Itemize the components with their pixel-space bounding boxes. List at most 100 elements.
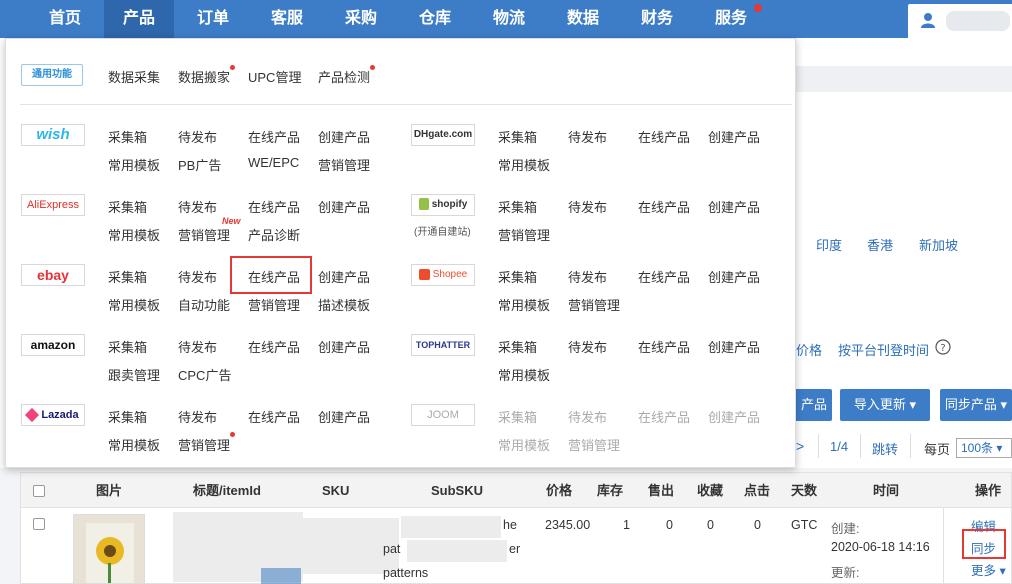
shopify-collection-box[interactable]: 采集箱: [498, 197, 537, 216]
link-product-detection[interactable]: 产品检测: [318, 67, 370, 86]
lazada-marketing[interactable]: 营销管理: [178, 435, 230, 454]
nav-warehouse[interactable]: 仓库: [404, 0, 466, 38]
aliexpress-diagnosis[interactable]: 产品诊断: [248, 225, 300, 244]
joom-create-product[interactable]: 创建产品: [708, 407, 760, 426]
shopify-online-products[interactable]: 在线产品: [638, 197, 690, 216]
link-data-migration[interactable]: 数据搬家: [178, 67, 230, 86]
amazon-online-products[interactable]: 在线产品: [248, 337, 300, 356]
subsku-fragment-3: er: [509, 542, 521, 556]
joom-online-products[interactable]: 在线产品: [638, 407, 690, 426]
dhgate-templates[interactable]: 常用模板: [498, 155, 550, 174]
dhgate-online-products[interactable]: 在线产品: [638, 127, 690, 146]
dhgate-pending[interactable]: 待发布: [568, 127, 607, 146]
tophatter-logo: TOPHATTER: [411, 334, 475, 356]
ebay-create-product[interactable]: 创建产品: [318, 267, 370, 286]
col-days: 天数: [791, 483, 818, 498]
wish-online-products[interactable]: 在线产品: [248, 127, 300, 146]
aliexpress-templates[interactable]: 常用模板: [108, 225, 160, 244]
more-link[interactable]: 更多 ▾: [971, 560, 1006, 579]
nav-logistics[interactable]: 物流: [478, 0, 540, 38]
select-all-checkbox[interactable]: [33, 485, 45, 497]
joom-collection-box[interactable]: 采集箱: [498, 407, 537, 426]
site-link-hongkong[interactable]: 香港: [867, 235, 893, 254]
product-thumbnail[interactable]: [73, 514, 145, 584]
link-data-collection[interactable]: 数据采集: [108, 67, 160, 86]
aliexpress-logo-text: AliExpress: [27, 199, 79, 211]
tophatter-templates[interactable]: 常用模板: [498, 365, 550, 384]
ebay-auto-functions[interactable]: 自动功能: [178, 295, 230, 314]
new-dot-3: [230, 432, 235, 437]
wish-collection-box[interactable]: 采集箱: [108, 127, 147, 146]
nav-purchase[interactable]: 采购: [330, 0, 392, 38]
joom-templates[interactable]: 常用模板: [498, 435, 550, 454]
amazon-pending[interactable]: 待发布: [178, 337, 217, 356]
col-sku: SKU: [322, 483, 350, 498]
nav-finance[interactable]: 财务: [626, 0, 688, 38]
lazada-templates[interactable]: 常用模板: [108, 435, 160, 454]
lazada-collection-box[interactable]: 采集箱: [108, 407, 147, 426]
nav-data[interactable]: 数据: [552, 0, 614, 38]
site-link-india[interactable]: 印度: [816, 235, 842, 254]
pager-jump[interactable]: 跳转: [872, 439, 898, 458]
amazon-follow-sell[interactable]: 跟卖管理: [108, 365, 160, 384]
ebay-collection-box[interactable]: 采集箱: [108, 267, 147, 286]
wish-create-product[interactable]: 创建产品: [318, 127, 370, 146]
nav-products[interactable]: 产品: [104, 0, 174, 38]
sunflower-image: [74, 515, 144, 583]
lazada-create-product[interactable]: 创建产品: [318, 407, 370, 426]
tophatter-online-products[interactable]: 在线产品: [638, 337, 690, 356]
wish-pb-ads[interactable]: PB广告: [178, 155, 221, 174]
ebay-marketing[interactable]: 营销管理: [248, 295, 300, 314]
tophatter-create-product[interactable]: 创建产品: [708, 337, 760, 356]
amazon-cpc-ads[interactable]: CPC广告: [178, 365, 231, 384]
aliexpress-create-product[interactable]: 创建产品: [318, 197, 370, 216]
site-link-singapore[interactable]: 新加坡: [919, 235, 958, 254]
bulk-products-button[interactable]: 产品: [796, 389, 832, 421]
shopify-create-product[interactable]: 创建产品: [708, 197, 760, 216]
lazada-pending[interactable]: 待发布: [178, 407, 217, 426]
lazada-online-products[interactable]: 在线产品: [248, 407, 300, 426]
amazon-create-product[interactable]: 创建产品: [318, 337, 370, 356]
per-page-select[interactable]: 100条 ▾: [956, 438, 1012, 458]
sync-products-button[interactable]: 同步产品 ▾: [940, 389, 1012, 421]
aliexpress-pending[interactable]: 待发布: [178, 197, 217, 216]
aliexpress-collection-box[interactable]: 采集箱: [108, 197, 147, 216]
filter-publish-time[interactable]: 按平台刊登时间: [838, 340, 929, 359]
shopee-pending[interactable]: 待发布: [568, 267, 607, 286]
nav-services[interactable]: 服务: [700, 0, 762, 38]
filter-price[interactable]: 价格: [796, 340, 822, 359]
ebay-templates[interactable]: 常用模板: [108, 295, 160, 314]
nav-home[interactable]: 首页: [34, 0, 96, 38]
shopify-pending[interactable]: 待发布: [568, 197, 607, 216]
pager-next[interactable]: >: [796, 438, 804, 454]
ebay-pending[interactable]: 待发布: [178, 267, 217, 286]
nav-orders[interactable]: 订单: [182, 0, 244, 38]
joom-pending[interactable]: 待发布: [568, 407, 607, 426]
link-upc-management[interactable]: UPC管理: [248, 67, 301, 86]
wish-pending[interactable]: 待发布: [178, 127, 217, 146]
help-icon[interactable]: ?: [935, 339, 951, 355]
ebay-logo: ebay: [21, 264, 85, 286]
row-checkbox[interactable]: [33, 518, 45, 530]
ebay-description-templates[interactable]: 描述模板: [318, 295, 370, 314]
dhgate-create-product[interactable]: 创建产品: [708, 127, 760, 146]
import-update-button[interactable]: 导入更新 ▾: [840, 389, 930, 421]
joom-marketing[interactable]: 营销管理: [568, 435, 620, 454]
wish-templates[interactable]: 常用模板: [108, 155, 160, 174]
shopee-collection-box[interactable]: 采集箱: [498, 267, 537, 286]
shopee-create-product[interactable]: 创建产品: [708, 267, 760, 286]
amazon-collection-box[interactable]: 采集箱: [108, 337, 147, 356]
shopee-templates[interactable]: 常用模板: [498, 295, 550, 314]
tophatter-pending[interactable]: 待发布: [568, 337, 607, 356]
tophatter-collection-box[interactable]: 采集箱: [498, 337, 537, 356]
nav-service[interactable]: 客服: [256, 0, 318, 38]
user-menu[interactable]: [908, 4, 1012, 38]
shopify-marketing[interactable]: 营销管理: [498, 225, 550, 244]
dhgate-collection-box[interactable]: 采集箱: [498, 127, 537, 146]
wish-marketing[interactable]: 营销管理: [318, 155, 370, 174]
aliexpress-marketing[interactable]: 营销管理: [178, 225, 230, 244]
wish-we-epc[interactable]: WE/EPC: [248, 155, 299, 170]
shopee-online-products[interactable]: 在线产品: [638, 267, 690, 286]
aliexpress-online-products[interactable]: 在线产品: [248, 197, 300, 216]
shopee-marketing[interactable]: 营销管理: [568, 295, 620, 314]
